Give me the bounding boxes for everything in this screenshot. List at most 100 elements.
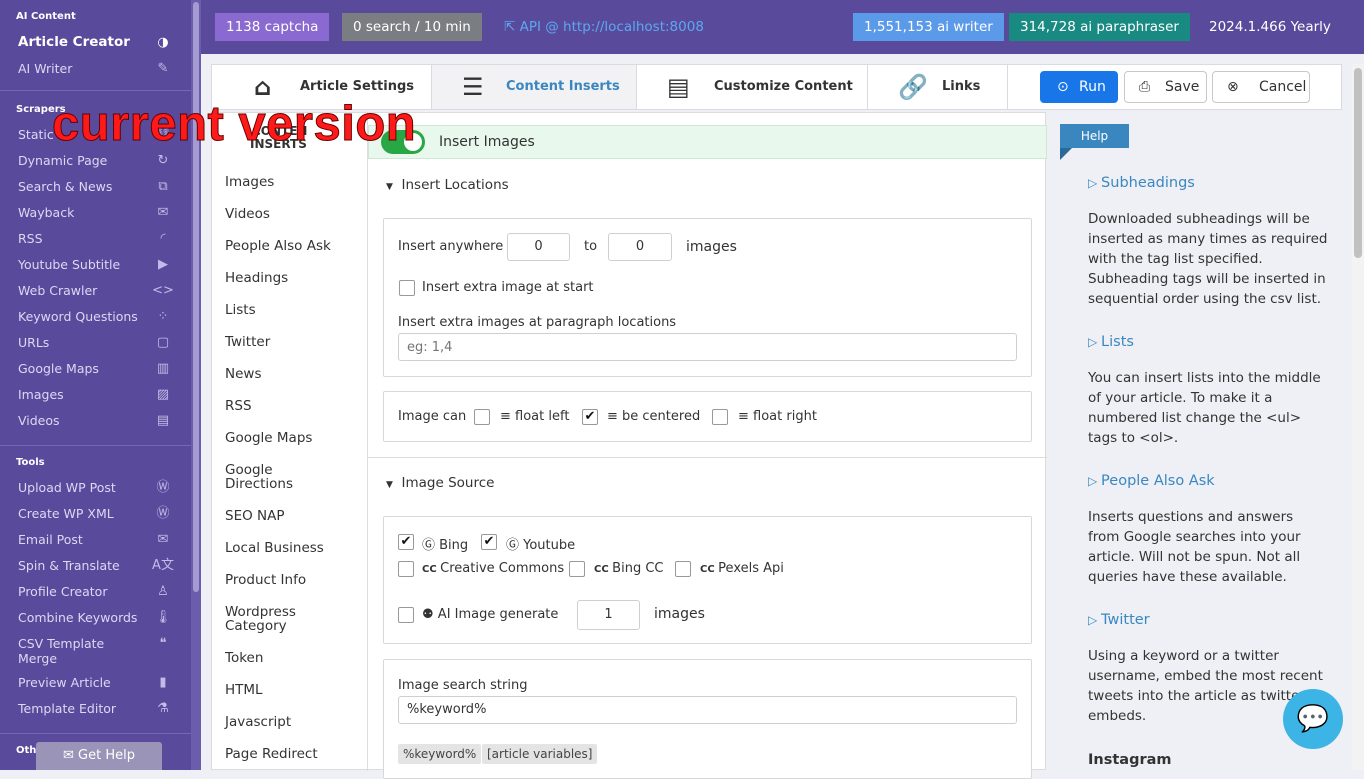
nav-item-twitter[interactable]: Twitter xyxy=(225,335,360,349)
sidebar-item-combine-keywords[interactable]: Combine Keywords 🌡 xyxy=(18,610,174,630)
google-icon: Ⓖ xyxy=(422,538,440,553)
nav-item-local-business[interactable]: Local Business xyxy=(225,541,360,555)
nav-item-seo-nap[interactable]: SEO NAP xyxy=(225,509,360,523)
section-title: Image Source xyxy=(401,475,495,491)
image-source-header[interactable]: ▼ Image Source xyxy=(386,475,494,491)
image-search-input[interactable]: %keyword% xyxy=(398,696,1017,724)
tab-content-inserts[interactable]: ☰ Content Inserts xyxy=(432,65,637,109)
help-people-also-ask-text: Inserts questions and answers from Googl… xyxy=(1088,509,1301,585)
sidebar-item-preview-article[interactable]: Preview Article ▮ xyxy=(18,675,174,695)
cancel-button[interactable]: ⊗ Cancel xyxy=(1212,71,1310,103)
nav-item-google-directions[interactable]: Google Directions xyxy=(225,463,305,491)
pexels-checkbox[interactable] xyxy=(675,561,691,577)
divider xyxy=(0,733,191,734)
nav-item-people-also-ask[interactable]: People Also Ask xyxy=(225,239,360,253)
youtube-checkbox[interactable]: ✔ xyxy=(481,534,497,550)
ai-image-generate-checkbox[interactable] xyxy=(398,607,414,623)
to-label: to xyxy=(584,239,598,254)
bing-cc-checkbox[interactable] xyxy=(569,561,585,577)
sidebar-item-web-crawler[interactable]: Web Crawler <> xyxy=(18,283,174,303)
nav-item-videos[interactable]: Videos xyxy=(225,207,360,221)
nav-item-page-redirect[interactable]: Page Redirect xyxy=(225,747,360,761)
insert-images-bar: Insert Images xyxy=(368,125,1047,159)
tab-label: Content Inserts xyxy=(506,79,620,94)
nav-item-news[interactable]: News xyxy=(225,367,360,381)
sidebar-item-youtube-subtitle[interactable]: Youtube Subtitle ▶ xyxy=(18,257,174,277)
sidebar-item-upload-wp-post[interactable]: Upload WP Post Ⓦ xyxy=(18,480,174,500)
help-lists-link[interactable]: ▷ Lists xyxy=(1088,334,1134,350)
save-button[interactable]: ⎙ Save xyxy=(1124,71,1207,103)
bing-option: Ⓖ Bing xyxy=(422,534,468,553)
sidebar-item-ai-writer[interactable]: AI Writer ✎ xyxy=(18,61,174,81)
version-overlay: current version xyxy=(51,97,417,152)
chat-button[interactable]: 💬 xyxy=(1283,689,1343,749)
help-people-also-ask-link[interactable]: ▷ People Also Ask xyxy=(1088,473,1215,489)
user-icon: ♙ xyxy=(157,584,169,599)
youtube-label: Youtube xyxy=(523,538,576,553)
article-variables-tag[interactable]: [article variables] xyxy=(482,744,598,764)
paragraph-locations-input[interactable] xyxy=(398,333,1017,361)
ai-image-count-input[interactable]: 1 xyxy=(577,600,640,630)
nav-item-javascript[interactable]: Javascript xyxy=(225,715,360,729)
help-twitter-link[interactable]: ▷ Twitter xyxy=(1088,612,1150,628)
insert-to-input[interactable]: 0 xyxy=(608,233,672,261)
sidebar-item-videos[interactable]: Videos ▤ xyxy=(18,413,174,433)
sidebar-scroll-thumb[interactable] xyxy=(193,2,199,592)
insert-anywhere-label: Insert anywhere xyxy=(398,239,504,254)
nav-item-token[interactable]: Token xyxy=(225,651,360,665)
sidebar-item-google-maps[interactable]: Google Maps ▥ xyxy=(18,361,174,381)
sidebar-item-csv-template-merge[interactable]: CSV Template Merge ❝ xyxy=(18,636,167,670)
sidebar-item-article-creator[interactable]: Article Creator ◑ xyxy=(18,35,174,55)
sidebar-item-profile-creator[interactable]: Profile Creator ♙ xyxy=(18,584,174,604)
sidebar-item-wayback[interactable]: Wayback ✉ xyxy=(18,205,174,225)
float-left-checkbox[interactable] xyxy=(474,409,490,425)
nav-item-google-maps[interactable]: Google Maps xyxy=(225,431,360,445)
nav-item-product-info[interactable]: Product Info xyxy=(225,573,360,587)
sidebar-item-keyword-questions[interactable]: Keyword Questions ⁘ xyxy=(18,309,174,329)
sidebar-item-label: Keyword Questions xyxy=(18,309,138,324)
mail-icon: ✉ xyxy=(63,748,79,763)
tab-label: Links xyxy=(942,79,981,94)
sidebar-item-urls[interactable]: URLs ▢ xyxy=(18,335,174,355)
divider xyxy=(0,90,191,91)
caret-down-icon: ▼ xyxy=(386,480,393,490)
pexels-label: Pexels Api xyxy=(718,561,784,576)
run-button[interactable]: ⊙ Run xyxy=(1040,71,1118,103)
keyword-tag[interactable]: %keyword% xyxy=(398,744,482,764)
creative-commons-checkbox[interactable] xyxy=(398,561,414,577)
get-help-button[interactable]: ✉ Get Help xyxy=(36,742,162,770)
sidebar-item-create-wp-xml[interactable]: Create WP XML Ⓦ xyxy=(18,506,174,526)
close-circle-icon: ⊗ xyxy=(1227,79,1239,95)
sidebar-item-rss[interactable]: RSS ◜ xyxy=(18,231,174,251)
nav-item-html[interactable]: HTML xyxy=(225,683,360,697)
sidebar-item-images[interactable]: Images ▨ xyxy=(18,387,174,407)
chat-icon: 💬 xyxy=(1296,704,1330,734)
be-centered-checkbox[interactable]: ✔ xyxy=(582,409,598,425)
page-scroll-thumb[interactable] xyxy=(1354,68,1362,258)
cc-icon: CC xyxy=(422,564,441,575)
extra-image-start-checkbox[interactable] xyxy=(399,280,415,296)
api-link[interactable]: ⇱ API @ http://localhost:8008 xyxy=(493,13,715,41)
float-right-checkbox[interactable] xyxy=(712,409,728,425)
tab-links[interactable]: 🔗 Links xyxy=(868,65,1008,109)
sidebar-item-email-post[interactable]: Email Post ✉ xyxy=(18,532,174,552)
bing-checkbox[interactable]: ✔ xyxy=(398,534,414,550)
nav-item-lists[interactable]: Lists xyxy=(225,303,360,317)
nav-item-rss[interactable]: RSS xyxy=(225,399,360,413)
insert-locations-header[interactable]: ▼ Insert Locations xyxy=(386,177,509,193)
sidebar-item-label: Static xyxy=(18,127,54,142)
insert-from-input[interactable]: 0 xyxy=(507,233,570,261)
nav-item-wordpress-category[interactable]: Wordpress Category xyxy=(225,605,305,633)
image-can-label: Image can xyxy=(398,409,467,424)
help-subheadings-link[interactable]: ▷ Subheadings xyxy=(1088,175,1195,191)
nav-item-headings[interactable]: Headings xyxy=(225,271,360,285)
sidebar-item-search-news[interactable]: Search & News ⧉ xyxy=(18,179,174,199)
sidebar-item-dynamic-page[interactable]: Dynamic Page ↻ xyxy=(18,153,174,173)
sidebar-item-spin-translate[interactable]: Spin & Translate A文 xyxy=(18,558,174,578)
thermometer-icon: 🌡 xyxy=(154,610,172,625)
top-bar: 1138 captcha 0 search / 10 min ⇱ API @ h… xyxy=(201,0,1364,54)
tab-customize-content[interactable]: ▤ Customize Content xyxy=(637,65,868,109)
captcha-badge: 1138 captcha xyxy=(215,13,330,41)
nav-item-images[interactable]: Images xyxy=(225,175,360,189)
sidebar-item-template-editor[interactable]: Template Editor ⚗ xyxy=(18,701,174,721)
